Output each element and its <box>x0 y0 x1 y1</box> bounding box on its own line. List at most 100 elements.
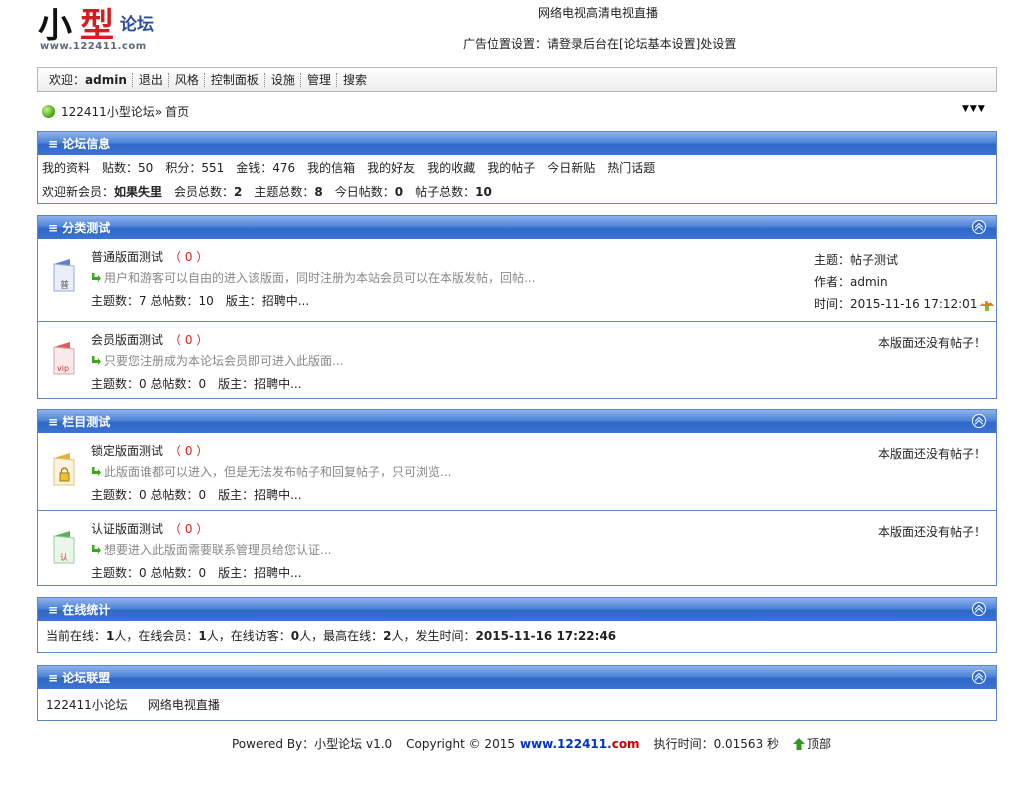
member-count-value: 2 <box>234 184 243 199</box>
panel-title-text: ≡ 栏目测试 <box>48 415 111 429</box>
online-current-value: 1 <box>106 628 115 643</box>
folder-vip-icon: vip <box>53 342 75 375</box>
post-count: 贴数：50 <box>102 159 153 176</box>
panel-title: ≡ 栏目测试 <box>38 410 996 433</box>
new-member-name[interactable]: 如果失里 <box>114 185 162 199</box>
mushroom-icon <box>980 300 995 311</box>
logo-url: www.122411.com <box>40 41 147 52</box>
topic-count: 主题总数：8 <box>254 183 322 200</box>
forum-description-text: 此版面谁都可以进入，但是无法发布帖子和回复帖子，只可浏览... <box>104 465 452 479</box>
nav-search[interactable]: 搜索 <box>338 71 372 88</box>
forum-description-text: 只要您注册成为本论坛会员即可进入此版面... <box>104 354 344 368</box>
hot-topics-link[interactable]: 热门话题 <box>607 159 655 176</box>
logo-char-1: 小 <box>38 6 72 46</box>
league-link[interactable]: 122411小论坛 <box>46 696 128 713</box>
online-label-max: 人，最高在线： <box>299 629 384 643</box>
collapse-icon[interactable] <box>972 670 986 684</box>
online-label-time: 人，发生时间： <box>391 629 476 643</box>
forum-description: 用户和游客可以自由的进入该版面，同时注册为本站会员可以在本版发帖，回帖... <box>91 269 535 286</box>
today-count-label: 今日帖数： <box>334 184 395 199</box>
breadcrumb: 122411小型论坛 » 首页 <box>42 103 192 120</box>
no-post-notice: 本版面还没有帖子！ <box>877 525 986 539</box>
collapse-icon[interactable] <box>972 602 986 616</box>
username[interactable]: admin <box>85 73 127 87</box>
forum-stats: 主题数：0 总帖数：0 版主：招聘中... <box>91 488 302 502</box>
forum-today-count: （ 0 ） <box>169 444 209 458</box>
category-panel: ≡ 分类测试 普 普通版面测试 （ 0 ） 用户和游客可以自由的进入该版面，同时注… <box>37 215 997 399</box>
my-friends-link[interactable]: 我的好友 <box>367 159 415 176</box>
my-profile-link[interactable]: 我的资料 <box>42 159 90 176</box>
nav-style[interactable]: 风格 <box>170 71 204 88</box>
last-post-time-row: 时间：2015-11-16 17:12:01 <box>814 293 995 315</box>
forum-link[interactable]: 会员版面测试 <box>91 333 163 347</box>
forum-link[interactable]: 认证版面测试 <box>91 522 163 536</box>
welcome-label: 欢迎： <box>49 73 86 87</box>
forum-row: 认 认证版面测试 （ 0 ） 想要进入此版面需要联系管理员给您认证... 主题数：… <box>38 510 996 588</box>
collapse-icon[interactable] <box>972 414 986 428</box>
footer: Powered By：小型论坛 v1.0 Copyright © 2015 ww… <box>232 735 831 752</box>
league-link[interactable]: 网络电视直播 <box>148 696 220 713</box>
online-label-members: 人，在线会员： <box>114 629 199 643</box>
forum-today-count: （ 0 ） <box>169 522 209 536</box>
today-new-posts-link[interactable]: 今日新贴 <box>547 159 595 176</box>
top-nav: 欢迎：admin 退出 风格 控制面板 设施 管理 搜索 <box>37 67 997 92</box>
last-post-author: 作者：admin <box>814 275 888 289</box>
collapse-icon[interactable] <box>972 220 986 234</box>
forum-stats-row: 欢迎新会员：如果失里 会员总数：2 主题总数：8 今日帖数：0 帖子总数：10 <box>38 179 996 203</box>
forum-name: 认证版面测试 （ 0 ） <box>91 520 208 537</box>
return-arrow-icon <box>92 356 101 365</box>
forum-name: 会员版面测试 （ 0 ） <box>91 331 208 348</box>
no-post-notice: 本版面还没有帖子！ <box>877 447 986 461</box>
last-post-topic[interactable]: 主题：帖子测试 <box>814 253 898 267</box>
my-mailbox-link[interactable]: 我的信箱 <box>307 159 355 176</box>
copyright: Copyright © 2015 <box>406 736 515 751</box>
up-arrow-icon <box>793 737 806 750</box>
last-post: 主题：帖子测试 作者：admin 时间：2015-11-16 17:12:01 <box>814 249 995 315</box>
expand-arrows-icon[interactable]: ▼▼▼ <box>962 104 986 114</box>
money: 金钱：476 <box>236 159 295 176</box>
return-arrow-icon <box>92 467 101 476</box>
total-count: 帖子总数：10 <box>415 183 492 200</box>
back-to-top[interactable]: 顶部 <box>793 735 831 752</box>
folder-lock-icon <box>53 453 75 486</box>
forum-today-count: （ 0 ） <box>169 333 209 347</box>
nav-logout[interactable]: 退出 <box>134 71 168 88</box>
panel-title-text: ≡ 在线统计 <box>48 603 111 617</box>
online-max-value: 2 <box>383 628 392 643</box>
today-count-value: 0 <box>394 184 404 199</box>
topic-count-value: 8 <box>314 184 323 199</box>
panel-title-text: ≡ 论坛信息 <box>48 137 111 151</box>
forum-link[interactable]: 普通版面测试 <box>91 250 163 264</box>
my-posts-link[interactable]: 我的帖子 <box>487 159 535 176</box>
last-post-time: 时间：2015-11-16 17:12:01 <box>814 297 978 311</box>
nav-control-panel[interactable]: 控制面板 <box>206 71 264 88</box>
logo-char-2: 型 <box>80 6 114 46</box>
forum-description: 想要进入此版面需要联系管理员给您认证... <box>91 541 331 558</box>
nav-settings[interactable]: 设施 <box>266 71 300 88</box>
welcome-text: 欢迎：admin <box>44 71 132 88</box>
back-to-top-label: 顶部 <box>807 737 832 751</box>
forum-stats: 主题数：0 总帖数：0 版主：招聘中... <box>91 566 302 580</box>
site-link-main: www.122411. <box>519 736 612 751</box>
forum-stats: 主题数：0 总帖数：0 版主：招聘中... <box>91 377 302 391</box>
no-post-notice: 本版面还没有帖子！ <box>877 336 986 350</box>
forum-link[interactable]: 锁定版面测试 <box>91 444 163 458</box>
panel-title: ≡ 分类测试 <box>38 216 996 239</box>
forum-description-text: 用户和游客可以自由的进入该版面，同时注册为本站会员可以在本版发帖，回帖... <box>104 271 536 285</box>
folder-verify-icon: 认 <box>53 531 75 564</box>
my-favorites-link[interactable]: 我的收藏 <box>427 159 475 176</box>
panel-title: ≡ 论坛联盟 <box>38 666 996 689</box>
forum-row: 锁定版面测试 （ 0 ） 此版面谁都可以进入，但是无法发布帖子和回复帖子，只可浏览… <box>38 433 996 510</box>
panel-title: ≡ 在线统计 <box>38 598 996 621</box>
site-link[interactable]: www.122411.com <box>520 737 640 751</box>
ad-top[interactable]: 网络电视高清电视直播 <box>538 4 658 21</box>
breadcrumb-site[interactable]: 122411小型论坛 <box>61 103 155 120</box>
nav-manage[interactable]: 管理 <box>302 71 336 88</box>
forum-league-panel: ≡ 论坛联盟 122411小论坛 网络电视直播 <box>37 665 997 721</box>
online-guests-value: 0 <box>290 628 300 643</box>
money-label: 金钱： <box>236 160 273 175</box>
online-members-value: 1 <box>198 628 207 643</box>
logo-mark: 小 型 论坛 <box>38 6 154 46</box>
folder-icon-label: 普 <box>60 279 69 291</box>
return-arrow-icon <box>92 273 101 282</box>
